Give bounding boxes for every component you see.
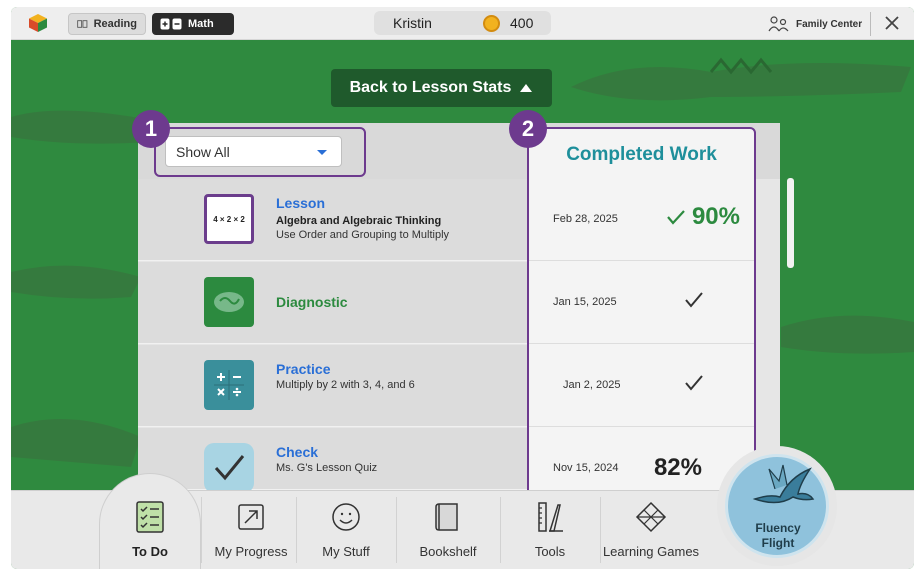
nav-label: To Do [132,544,168,559]
coin-count: 400 [510,15,534,31]
coin-icon [483,14,500,32]
nav-label: Tools [534,544,566,559]
completed-row: Feb 28, 2025 90% [529,179,754,261]
row-title: Diagnostic [276,294,348,310]
math-tab[interactable]: Math [152,13,234,35]
list-item[interactable]: 4 × 2 × 2 Lesson Algebra and Algebraic T… [138,179,527,261]
brain-icon [204,277,254,327]
nav-to-do[interactable]: To Do [99,490,201,569]
family-icon [768,16,789,32]
step-badge-1: 1 [132,110,170,148]
check-icon [685,375,703,391]
nav-label: Bookshelf [419,544,477,559]
top-bar: Reading Math Kristin 400 Family Center [11,7,914,40]
completed-work-title: Completed Work [566,144,717,165]
nav-learning-games[interactable]: Learning Games [600,490,702,569]
nav-label: Learning Games [602,544,700,559]
alligator-decoration [11,265,141,299]
alligator-decoration [571,57,911,101]
back-to-lesson-stats-button[interactable]: Back to Lesson Stats [331,69,552,107]
alligator-decoration [11,419,141,467]
row-title: Practice [276,361,331,377]
row-description: Multiply by 2 with 3, 4, and 6 [276,379,415,391]
row-title: Lesson [276,195,326,211]
completed-row: Nov 15, 2024 82% [529,428,754,488]
user-name: Kristin [393,15,432,31]
row-domain: Algebra and Algebraic Thinking [276,215,442,227]
chevron-down-icon [317,150,327,155]
fluency-label-line1: Fluency [755,521,801,535]
completed-row: Jan 2, 2025 [529,345,754,427]
fluency-flight-label: Fluency Flight [733,521,823,551]
family-center-button[interactable]: Family Center [768,13,862,35]
nav-my-stuff[interactable]: My Stuff [296,490,396,569]
score-value: 90% [691,203,740,230]
filter-selected-value: Show All [176,143,230,160]
close-icon[interactable] [881,12,903,34]
green-check-icon [667,210,685,225]
checkmark-icon [204,443,254,493]
list-item[interactable]: Diagnostic [138,262,527,344]
fluency-label-line2: Flight [761,536,795,550]
dragon-icon [752,464,815,504]
list-item[interactable]: Practice Multiply by 2 with 3, 4, and 6 [138,345,527,427]
operations-icon [204,360,254,410]
back-button-label: Back to Lesson Stats [349,79,512,96]
app-logo-cube-icon[interactable] [28,13,48,33]
games-icon [635,501,667,533]
row-description: Ms. G's Lesson Quiz [276,462,378,474]
app-frame: Reading Math Kristin 400 Family Center B… [11,7,914,569]
scrollbar[interactable] [787,178,794,268]
nav-label: My Progress [214,544,288,559]
triangle-up-icon [520,84,533,92]
progress-arrow-icon [238,504,264,530]
step-badge-2: 2 [509,110,547,148]
check-icon [685,292,703,308]
family-center-label: Family Center [796,18,863,30]
reading-tab[interactable]: Reading [68,13,146,35]
user-pill: Kristin 400 [374,11,551,35]
row-title: Check [276,444,319,460]
nav-tools[interactable]: Tools [500,490,600,569]
completed-date: Nov 15, 2024 [553,462,619,474]
math-tab-label: Math [188,18,214,30]
completed-date: Jan 2, 2025 [563,379,621,391]
lesson-card-text: 4 × 2 × 2 [213,214,245,224]
nav-bookshelf[interactable]: Bookshelf [396,490,500,569]
score: 82% [654,454,702,482]
checklist-icon [136,501,164,533]
nav-label: My Stuff [322,544,370,559]
list-item[interactable]: Check Ms. G's Lesson Quiz [138,428,527,493]
score: 90% [666,203,740,231]
book-icon [435,503,458,531]
topbar-divider [870,12,871,36]
reading-tab-label: Reading [93,18,137,30]
score-value: 82% [653,454,702,481]
completed-date: Feb 28, 2025 [553,213,618,225]
nav-my-progress[interactable]: My Progress [201,490,301,569]
ruler-tools-icon [538,502,563,532]
smiley-icon [332,503,360,531]
filter-dropdown[interactable]: Show All [165,136,342,167]
alligator-decoration [781,315,914,354]
plus-minus-icon [160,18,182,30]
completed-date: Jan 15, 2025 [553,296,617,308]
row-description: Use Order and Grouping to Multiply [276,229,450,241]
completed-row: Jan 15, 2025 [529,262,754,344]
book-open-icon [77,20,88,28]
lesson-card-icon: 4 × 2 × 2 [204,194,254,244]
